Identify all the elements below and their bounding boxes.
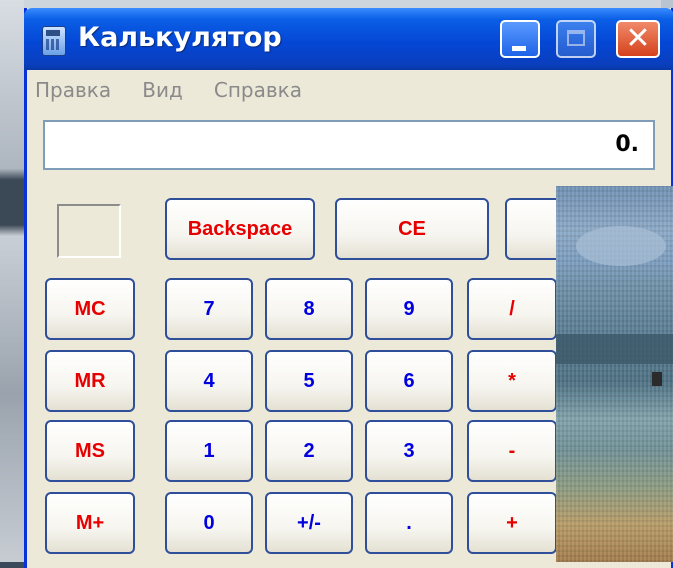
maximize-button[interactable] xyxy=(556,20,596,58)
digit-3-button[interactable]: 3 xyxy=(365,420,453,482)
memory-clear-button[interactable]: MC xyxy=(45,278,135,340)
menu-help[interactable]: Справка xyxy=(214,78,302,102)
minimize-button[interactable] xyxy=(500,20,540,58)
digit-1-button[interactable]: 1 xyxy=(165,420,253,482)
digit-4-button[interactable]: 4 xyxy=(165,350,253,412)
painting-boat xyxy=(652,372,662,386)
sign-toggle-button[interactable]: +/- xyxy=(265,492,353,554)
menu-view[interactable]: Вид xyxy=(142,78,183,102)
digit-9-button[interactable]: 9 xyxy=(365,278,453,340)
desktop-background-left xyxy=(0,0,24,562)
desktop-painting-overlay xyxy=(556,186,673,562)
digit-2-button[interactable]: 2 xyxy=(265,420,353,482)
subtract-button[interactable]: - xyxy=(467,420,557,482)
close-icon: ✕ xyxy=(625,21,651,56)
memory-add-button[interactable]: M+ xyxy=(45,492,135,554)
digit-8-button[interactable]: 8 xyxy=(265,278,353,340)
digit-7-button[interactable]: 7 xyxy=(165,278,253,340)
menu-edit[interactable]: Правка xyxy=(35,78,111,102)
add-button[interactable]: + xyxy=(467,492,557,554)
digit-6-button[interactable]: 6 xyxy=(365,350,453,412)
menu-bar: Правка Вид Справка xyxy=(35,78,328,106)
title-bar[interactable]: Калькулятор ✕ xyxy=(24,8,673,70)
decimal-point-button[interactable]: . xyxy=(365,492,453,554)
memory-store-button[interactable]: MS xyxy=(45,420,135,482)
display-value: 0. xyxy=(615,132,639,157)
backspace-button[interactable]: Backspace xyxy=(165,198,315,260)
multiply-button[interactable]: * xyxy=(467,350,557,412)
painting-cloud xyxy=(576,226,666,266)
digit-0-button[interactable]: 0 xyxy=(165,492,253,554)
divide-button[interactable]: / xyxy=(467,278,557,340)
memory-recall-button[interactable]: MR xyxy=(45,350,135,412)
window-title: Калькулятор xyxy=(78,22,282,53)
clear-entry-button[interactable]: CE xyxy=(335,198,489,260)
desktop-background-top xyxy=(0,0,673,8)
painting-hill xyxy=(556,334,673,364)
calculator-icon xyxy=(42,26,66,56)
result-display: 0. xyxy=(43,120,655,170)
memory-indicator xyxy=(57,204,121,258)
digit-5-button[interactable]: 5 xyxy=(265,350,353,412)
close-button[interactable]: ✕ xyxy=(616,20,660,58)
